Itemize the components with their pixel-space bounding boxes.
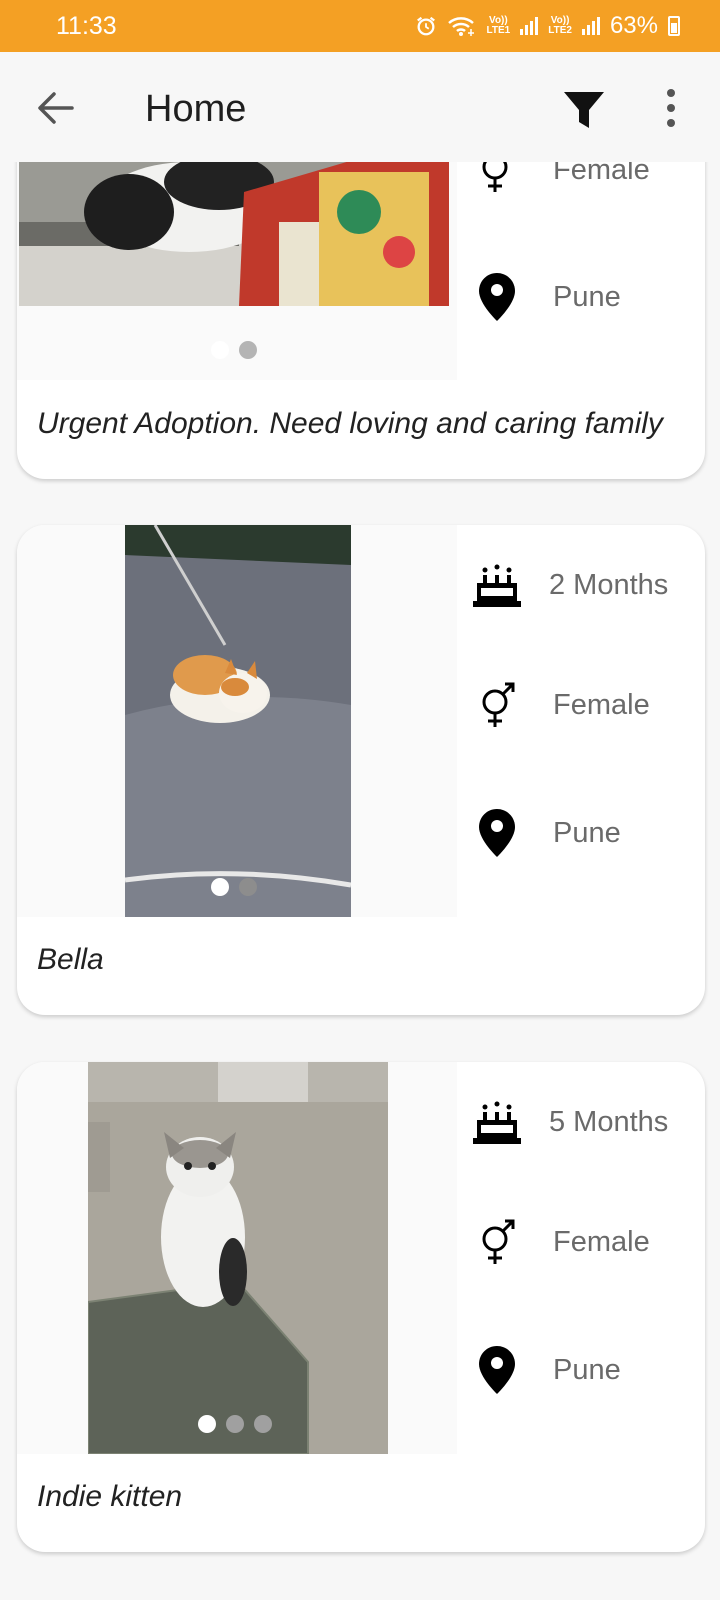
network-2-label: Vo)) LTE2 [548, 15, 572, 36]
app-bar: Home [0, 52, 720, 162]
location-pin-icon [467, 803, 527, 863]
listing-card[interactable]: 5 Months Female Pune Indie kitten [17, 1062, 705, 1552]
location-row: Pune [467, 803, 621, 863]
carousel-dot[interactable] [198, 1415, 216, 1433]
location-row: Pune [467, 267, 621, 327]
location-row: Pune [467, 1340, 621, 1400]
cat-photo [19, 162, 449, 306]
status-icons: Vo)) LTE1 Vo)) LTE2 63% [415, 12, 680, 40]
image-carousel[interactable] [17, 162, 457, 380]
cat-photo [125, 525, 351, 917]
battery-percent: 63% [609, 12, 658, 39]
location-value: Pune [553, 816, 621, 849]
cat-photo [88, 1062, 388, 1454]
gender-row: Female [467, 1212, 650, 1272]
gender-value: Female [553, 162, 650, 186]
listing-description: Indie kitten [37, 1480, 183, 1513]
female-male-icon [467, 1212, 527, 1272]
network-1-label: Vo)) LTE1 [486, 15, 511, 36]
signal-2-icon [581, 17, 600, 35]
age-row: 2 Months [467, 555, 668, 615]
carousel-dot[interactable] [239, 341, 257, 359]
location-value: Pune [553, 280, 621, 313]
carousel-dots [198, 1415, 272, 1433]
status-time: 11:33 [56, 11, 117, 40]
page-title: Home [145, 88, 247, 130]
carousel-dots [211, 341, 257, 359]
age-value: 2 Months [549, 568, 669, 601]
location-pin-icon [467, 1340, 527, 1400]
gender-row: Female [467, 675, 650, 735]
listing-description: Bella [37, 943, 104, 976]
age-row: 5 Months [467, 1092, 668, 1152]
more-vert-icon[interactable] [664, 88, 678, 128]
carousel-dot[interactable] [254, 1415, 272, 1433]
alarm-icon [416, 16, 435, 36]
carousel-dot[interactable] [239, 878, 257, 896]
filter-icon[interactable] [562, 88, 606, 132]
location-pin-icon [467, 267, 527, 327]
listing-description: Urgent Adoption. Need loving and caring … [37, 407, 663, 440]
gender-value: Female [553, 688, 650, 721]
image-carousel[interactable] [17, 525, 457, 917]
gender-row: Female [467, 162, 650, 200]
status-bar: 11:33 Vo)) LTE1 Vo)) LTE2 63% [0, 0, 720, 52]
age-value: 5 Months [549, 1105, 669, 1138]
listing-feed[interactable]: Female Pune Urgent Adoption. Need loving… [0, 162, 720, 1600]
location-value: Pune [553, 1353, 621, 1386]
carousel-dots [211, 878, 257, 896]
carousel-dot[interactable] [211, 878, 229, 896]
carousel-dot[interactable] [226, 1415, 244, 1433]
carousel-dot[interactable] [211, 341, 229, 359]
female-male-icon [467, 162, 527, 200]
arrow-back-icon[interactable] [36, 90, 76, 126]
listing-card[interactable]: Female Pune Urgent Adoption. Need loving… [17, 162, 705, 479]
listing-card[interactable]: 2 Months Female Pune Bella [17, 525, 705, 1015]
birthday-cake-icon [467, 555, 527, 615]
female-male-icon [467, 675, 527, 735]
image-carousel[interactable] [17, 1062, 457, 1454]
gender-value: Female [553, 1225, 650, 1258]
birthday-cake-icon [467, 1092, 527, 1152]
signal-1-icon [520, 17, 539, 35]
wifi-icon [447, 17, 474, 36]
battery-icon [668, 16, 680, 36]
